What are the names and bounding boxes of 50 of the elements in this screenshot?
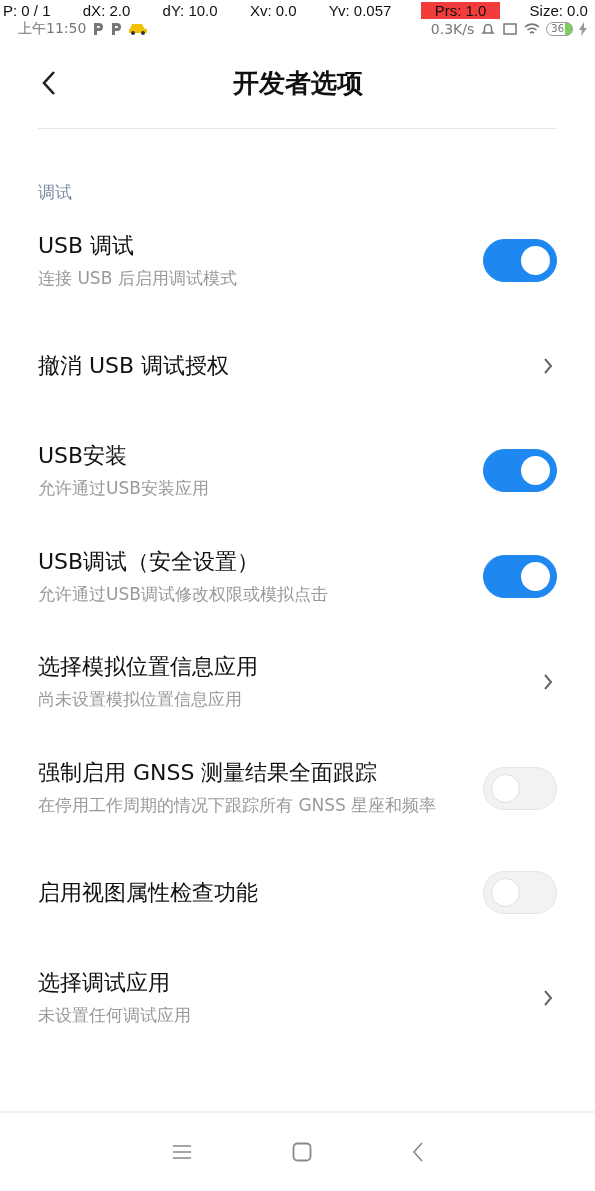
menu-icon[interactable]: [171, 1144, 192, 1160]
setting-subtitle: 连接 USB 后启用调试模式: [38, 267, 238, 290]
setting-title: 撤消 USB 调试授权: [38, 351, 231, 380]
box-icon: [502, 21, 519, 37]
bolt-icon: [579, 22, 587, 36]
pointer-reading: P: 0 / 1: [2, 1, 52, 19]
pointer-reading: dX: 2.0: [81, 1, 132, 19]
battery-level: 36: [546, 22, 573, 36]
setting-row[interactable]: 选择模拟位置信息应用 尚未设置模拟位置信息应用: [0, 652, 595, 713]
back-icon[interactable]: [411, 1142, 424, 1162]
parking-icon: [110, 22, 123, 36]
home-icon[interactable]: [291, 1142, 312, 1162]
parking-icon: [92, 22, 105, 36]
wifi-icon: [524, 22, 541, 36]
section-title: 调试: [37, 181, 73, 204]
setting-subtitle: 允许通过USB安装应用: [38, 476, 210, 500]
pointer-reading: Prs: 1.0: [420, 1, 501, 19]
car-icon: [128, 22, 149, 36]
status-time: 上午11:50: [18, 20, 87, 38]
chevron-icon: [543, 673, 553, 692]
setting-row[interactable]: USB安装 允许通过USB安装应用: [0, 440, 595, 501]
pointer-reading: dY: 10.0: [161, 1, 219, 19]
setting-subtitle: 尚未设置模拟位置信息应用: [38, 688, 243, 712]
setting-row[interactable]: 撤消 USB 调试授权: [0, 336, 595, 395]
toggle-switch[interactable]: [483, 555, 557, 598]
network-speed: 0.3K/s: [430, 21, 475, 37]
setting-title: USB调试（安全设置）: [38, 547, 261, 576]
setting-title: USB安装: [38, 441, 129, 470]
setting-subtitle: 在停用工作周期的情况下跟踪所有 GNSS 星座和频率: [38, 794, 438, 818]
setting-title: USB 调试: [38, 232, 136, 260]
pointer-reading: Xv: 0.0: [248, 1, 298, 19]
setting-title: 选择模拟位置信息应用: [38, 653, 259, 682]
setting-subtitle: 允许通过USB调试修改权限或模拟点击: [38, 582, 329, 606]
setting-title: 启用视图属性检查功能: [38, 879, 259, 907]
bell-icon: [480, 21, 497, 37]
pointer-reading: Yv: 0.057: [327, 1, 393, 19]
setting-row[interactable]: 强制启用 GNSS 测量结果全面跟踪 在停用工作周期的情况下跟踪所有 GNSS 星座和频率: [0, 758, 595, 818]
setting-title: 选择调试应用: [38, 969, 171, 997]
setting-row[interactable]: USB 调试 连接 USB 后启用调试模式: [0, 231, 595, 291]
page-title: 开发者选项: [231, 66, 364, 100]
toggle-switch[interactable]: [483, 239, 557, 283]
chevron-icon: [543, 356, 553, 375]
setting-row[interactable]: 选择调试应用 未设置任何调试应用: [0, 968, 595, 1028]
setting-subtitle: 未设置任何调试应用: [38, 1004, 192, 1027]
setting-row[interactable]: 启用视图属性检查功能: [0, 864, 595, 922]
setting-row[interactable]: USB调试（安全设置） 允许通过USB调试修改权限或模拟点击: [0, 546, 595, 607]
toggle-switch[interactable]: [483, 449, 557, 493]
setting-title: 强制启用 GNSS 测量结果全面跟踪: [38, 759, 379, 788]
chevron-icon: [543, 988, 553, 1007]
pointer-reading: Size: 0.0: [528, 1, 589, 19]
